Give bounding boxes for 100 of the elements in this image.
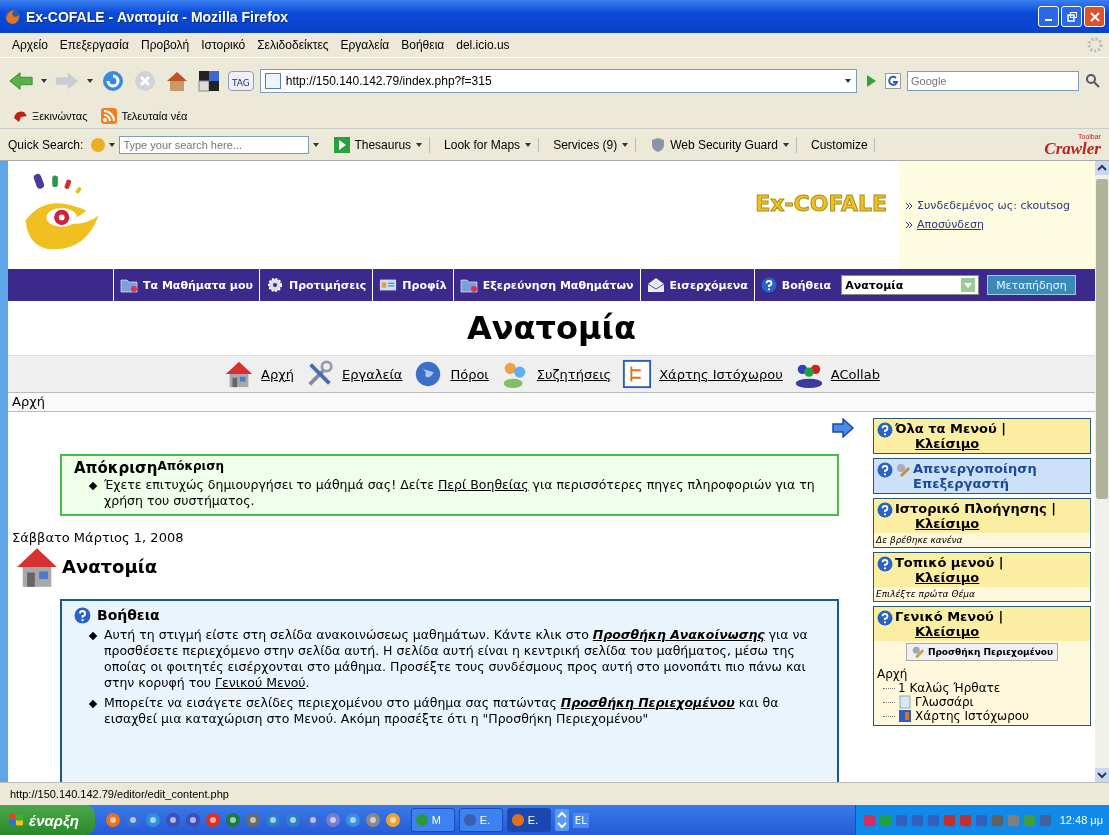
scroll-arrows-icon[interactable] bbox=[554, 809, 569, 831]
caret-icon[interactable] bbox=[844, 77, 852, 85]
course-tool-link[interactable]: Εργαλεία bbox=[342, 366, 403, 382]
tray-icon[interactable] bbox=[941, 812, 957, 828]
bookmark-item[interactable]: Ξεκινώντας bbox=[12, 108, 88, 124]
toolbar-button[interactable]: Web Security Guard bbox=[644, 136, 797, 153]
scrollbar-thumb[interactable] bbox=[1096, 179, 1108, 499]
folder-icon bbox=[459, 277, 478, 293]
course-tool-link[interactable]: Χάρτης Ιστόχωρου bbox=[659, 366, 783, 382]
quick-launch-icon[interactable] bbox=[304, 812, 321, 828]
quick-launch-icon[interactable] bbox=[244, 812, 261, 828]
search-engine-icon[interactable] bbox=[885, 73, 901, 89]
tree-item[interactable]: Γλωσσάρι bbox=[915, 695, 974, 709]
menu-item[interactable]: Βοήθεια bbox=[395, 38, 451, 52]
menu-item[interactable]: Εργαλεία bbox=[334, 38, 396, 52]
toolbar-button[interactable]: Thesaurus bbox=[328, 136, 431, 153]
site-logo-text: Ex-COFALE bbox=[755, 191, 887, 216]
close-link[interactable]: Κλείσιμο bbox=[915, 570, 1004, 585]
back-icon[interactable] bbox=[8, 69, 34, 93]
checker-icon[interactable] bbox=[196, 69, 222, 93]
scroll-down-icon[interactable] bbox=[1095, 768, 1109, 782]
caret-icon[interactable] bbox=[86, 77, 94, 85]
feedback-title: Απόκριση bbox=[74, 459, 158, 477]
quick-launch-icon[interactable] bbox=[184, 812, 201, 828]
nav-tab[interactable]: Εισερχόμενα bbox=[639, 269, 754, 301]
menu-item[interactable]: Ιστορικό bbox=[195, 38, 252, 52]
nav-tab[interactable]: Τα Μαθήματα μου bbox=[113, 269, 259, 301]
breadcrumb-link[interactable]: Αρχή bbox=[12, 394, 45, 409]
toolbar-button[interactable]: Look for Maps bbox=[438, 137, 540, 152]
taskbar-button[interactable]: M bbox=[410, 808, 455, 832]
action-link[interactable]: Προσθήκη Περιεχομένου bbox=[560, 694, 735, 710]
add-content-button[interactable]: Προσθήκη Περιεχομένου bbox=[905, 643, 1059, 661]
caret-icon[interactable] bbox=[781, 140, 790, 149]
quick-launch-icon[interactable] bbox=[264, 812, 281, 828]
help-icon bbox=[877, 502, 893, 518]
course-tool-link[interactable]: Συζητήσεις bbox=[536, 366, 612, 382]
tag-button[interactable]: TAG bbox=[228, 71, 254, 91]
menu-item[interactable]: del.icio.us bbox=[450, 38, 516, 52]
toolbar-button[interactable]: Services (9) bbox=[547, 137, 637, 152]
nav-tab[interactable]: Βοήθεια bbox=[753, 269, 838, 301]
logout-link[interactable]: Αποσύνδεση bbox=[917, 218, 984, 231]
caret-icon[interactable] bbox=[524, 140, 533, 149]
quick-launch-icon[interactable] bbox=[344, 812, 361, 828]
course-tool-link[interactable]: Αρχή bbox=[261, 366, 294, 382]
help-link[interactable]: Περί Βοηθείας bbox=[437, 477, 529, 492]
taskbar-button[interactable]: E. bbox=[506, 808, 551, 832]
play-icon bbox=[334, 136, 351, 153]
quick-search-field[interactable]: Type your search here... bbox=[119, 135, 310, 154]
caret-icon[interactable] bbox=[415, 140, 424, 149]
search-icon[interactable] bbox=[1085, 73, 1101, 89]
arrow-right-icon[interactable] bbox=[831, 418, 855, 438]
nav-tab[interactable]: Εξερεύνηση Μαθημάτων bbox=[452, 269, 640, 301]
menu-item[interactable]: Προβολή bbox=[134, 38, 196, 52]
quick-launch-icon[interactable] bbox=[204, 812, 221, 828]
nav-tab[interactable]: Προτιμήσεις bbox=[258, 269, 373, 301]
course-tool-link[interactable]: ACollab bbox=[830, 366, 880, 382]
quick-launch-icon[interactable] bbox=[164, 812, 181, 828]
quick-launch-icon[interactable] bbox=[224, 812, 241, 828]
menu-item[interactable]: Αρχείο bbox=[6, 38, 54, 52]
course-select[interactable]: Ανατομία bbox=[841, 275, 980, 295]
rss-icon bbox=[101, 108, 118, 124]
menu-item[interactable]: Επεξεργασία bbox=[53, 38, 135, 52]
tray-icon[interactable] bbox=[1037, 812, 1053, 828]
nav-tab[interactable]: Προφίλ bbox=[372, 269, 453, 301]
quick-launch-icon[interactable] bbox=[104, 812, 121, 828]
tree-item[interactable]: 1 Καλώς Ήρθατε bbox=[898, 681, 1001, 695]
start-button[interactable]: έναρξη bbox=[0, 805, 95, 835]
quick-launch-icon[interactable] bbox=[124, 812, 141, 828]
course-tool-link[interactable]: Πόροι bbox=[450, 366, 489, 382]
menu-link[interactable]: Γενικού Μενού bbox=[215, 675, 306, 691]
caret-icon[interactable] bbox=[108, 140, 117, 149]
reload-icon[interactable] bbox=[100, 69, 126, 93]
close-link[interactable]: Κλείσιμο bbox=[915, 624, 1004, 639]
caret-icon[interactable] bbox=[312, 140, 321, 149]
quick-launch-icon[interactable] bbox=[384, 812, 401, 828]
quick-launch-icon[interactable] bbox=[144, 812, 161, 828]
taskbar-button[interactable]: E. bbox=[458, 808, 503, 832]
caret-icon[interactable] bbox=[40, 77, 48, 85]
caret-icon[interactable] bbox=[621, 140, 630, 149]
close-link[interactable]: Κλείσιμο bbox=[915, 436, 1007, 451]
quick-launch-icon[interactable] bbox=[284, 812, 301, 828]
bookmark-item[interactable]: Τελευταία νέα bbox=[101, 108, 188, 124]
tray-icon[interactable] bbox=[989, 812, 1005, 828]
quick-launch-icon[interactable] bbox=[324, 812, 341, 828]
address-field[interactable]: http://150.140.142.79/index.php?f=315 bbox=[259, 69, 857, 93]
close-link[interactable]: Κλείσιμο bbox=[915, 516, 1056, 531]
restore-button[interactable] bbox=[1061, 6, 1082, 27]
tree-item[interactable]: Αρχή bbox=[877, 667, 908, 681]
minimize-button[interactable] bbox=[1038, 6, 1059, 27]
menu-item[interactable]: Σελιδοδείκτες bbox=[251, 38, 335, 52]
block-note: Επιλέξτε πρώτα Θέμα bbox=[875, 588, 976, 601]
search-field[interactable]: Google bbox=[907, 71, 1079, 91]
close-button[interactable] bbox=[1084, 6, 1105, 27]
action-link[interactable]: Προσθήκη Ανακοίνωσης bbox=[592, 626, 765, 642]
toolbar-button[interactable]: Customize bbox=[804, 137, 875, 152]
scroll-up-icon[interactable] bbox=[1095, 161, 1109, 175]
help-paragraph: Αυτή τη στιγμή είστε στη σελίδα ανακοινώσεως μαθημάτων. Κάντε κλικ στο Προσθήκη Ανακοίνωσης για να προσθέσετε περιεχόμενο στην σελίδα αυτή. Η σελίδα αυτή είναι η κεντρική σελίδα του μαθήματος, μέσω της οποίας οι φοιτητές εισέρχονται στο μάθημα. Προσέξτε τους συνδέσμους προς αυτή στο μονοπάτι πιο πάνω και στην κορυφή του Γενικού Μενού. bbox=[104, 626, 809, 692]
tray-icon[interactable] bbox=[957, 812, 973, 828]
quick-launch-icon[interactable] bbox=[364, 812, 381, 828]
tree-item[interactable]: Χάρτης Ιστόχωρου bbox=[915, 709, 1030, 723]
